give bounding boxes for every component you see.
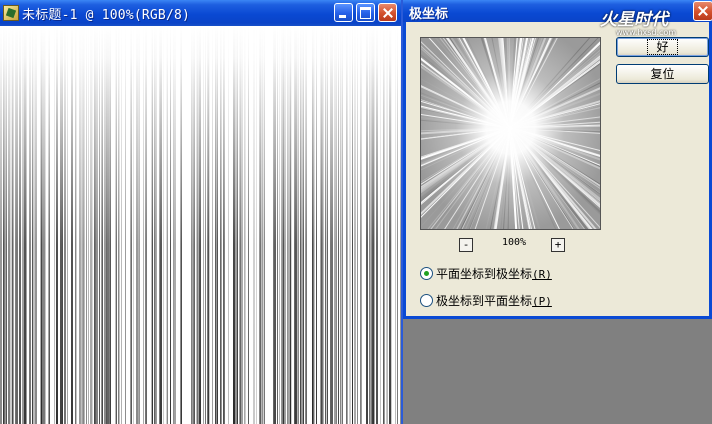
zoom-in-button[interactable]: + [551, 238, 565, 252]
radial-burst-preview [421, 38, 600, 229]
photoshop-document-icon [3, 5, 19, 21]
radio-button[interactable] [420, 267, 433, 280]
filter-preview[interactable] [420, 37, 601, 230]
option-hotkey: (P) [532, 295, 552, 308]
option-hotkey: (R) [532, 268, 552, 281]
polar-coordinates-dialog: 极坐标 - 100% + 好 复位 平面坐标到极坐标(R) 极坐标到平面坐标(P… [403, 0, 712, 319]
dialog-title: 极坐标 [409, 7, 449, 22]
vertical-stripe-image [0, 26, 401, 424]
option-polar-to-rectangular[interactable]: 极坐标到平面坐标(P) [420, 292, 552, 309]
minimize-icon[interactable] [334, 3, 353, 22]
document-titlebar[interactable]: 未标题-1 @ 100%(RGB/8) [0, 0, 401, 26]
close-icon[interactable] [378, 3, 397, 22]
option-label: 平面坐标到极坐标 [436, 267, 533, 281]
option-label: 极坐标到平面坐标 [436, 294, 533, 308]
watermark-text: 火星时代 [600, 10, 668, 30]
option-rectangular-to-polar[interactable]: 平面坐标到极坐标(R) [420, 265, 552, 282]
zoom-out-button[interactable]: - [459, 238, 473, 252]
ok-button[interactable]: 好 [616, 37, 709, 57]
close-icon[interactable] [693, 1, 712, 21]
zoom-level: 100% [501, 237, 527, 248]
radio-button[interactable] [420, 294, 433, 307]
watermark-url: www.hxsd.com [616, 28, 677, 37]
document-canvas[interactable] [0, 26, 401, 424]
maximize-icon[interactable] [356, 3, 375, 22]
document-title: 未标题-1 @ 100%(RGB/8) [22, 8, 191, 23]
reset-button[interactable]: 复位 [616, 64, 709, 84]
workspace-background [403, 319, 712, 424]
site-watermark-logo: 火星时代 www.hxsd.com [600, 5, 676, 37]
document-window: 未标题-1 @ 100%(RGB/8) [0, 0, 403, 424]
ok-label: 好 [647, 39, 678, 55]
